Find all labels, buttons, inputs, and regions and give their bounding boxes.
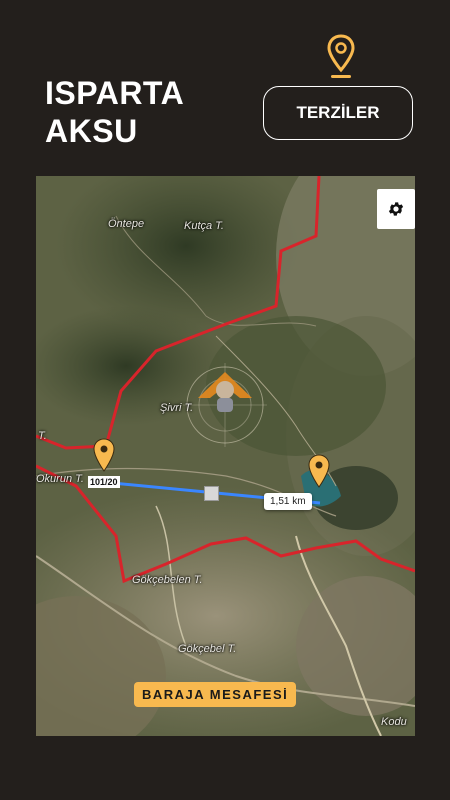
route-midpoint-handle[interactable]	[204, 486, 219, 501]
parcel-label: 101/20	[88, 476, 120, 488]
place-label: Öntepe	[108, 218, 145, 230]
dam-distance-label: BARAJA MESAFESİ	[134, 682, 297, 707]
city-name: ISPARTA	[45, 75, 185, 111]
map-marker-icon[interactable]	[308, 454, 330, 490]
place-label: Kodu	[381, 716, 407, 728]
location-pin-icon	[327, 34, 355, 78]
watermark-logo	[183, 363, 267, 447]
place-label: T.	[38, 430, 47, 442]
gear-icon	[388, 202, 404, 216]
category-button[interactable]: TERZİLER	[263, 86, 413, 140]
place-label: Şivri T.	[160, 402, 194, 414]
district-name: AKSU	[45, 113, 138, 149]
distance-label: 1,51 km	[264, 493, 312, 510]
place-label: Gökçebelen T.	[132, 574, 203, 586]
place-label: Gökçebel T.	[178, 643, 237, 655]
satellite-map[interactable]: Öntepe Kutça T. Şivri T. T. Okurun T. Gö…	[36, 176, 415, 736]
city-title: ISPARTA AKSU	[45, 74, 184, 150]
map-marker-icon[interactable]	[93, 438, 115, 474]
place-label: Kutça T.	[184, 220, 224, 232]
place-label: Okurun T.	[36, 473, 84, 485]
settings-button[interactable]	[377, 189, 415, 229]
